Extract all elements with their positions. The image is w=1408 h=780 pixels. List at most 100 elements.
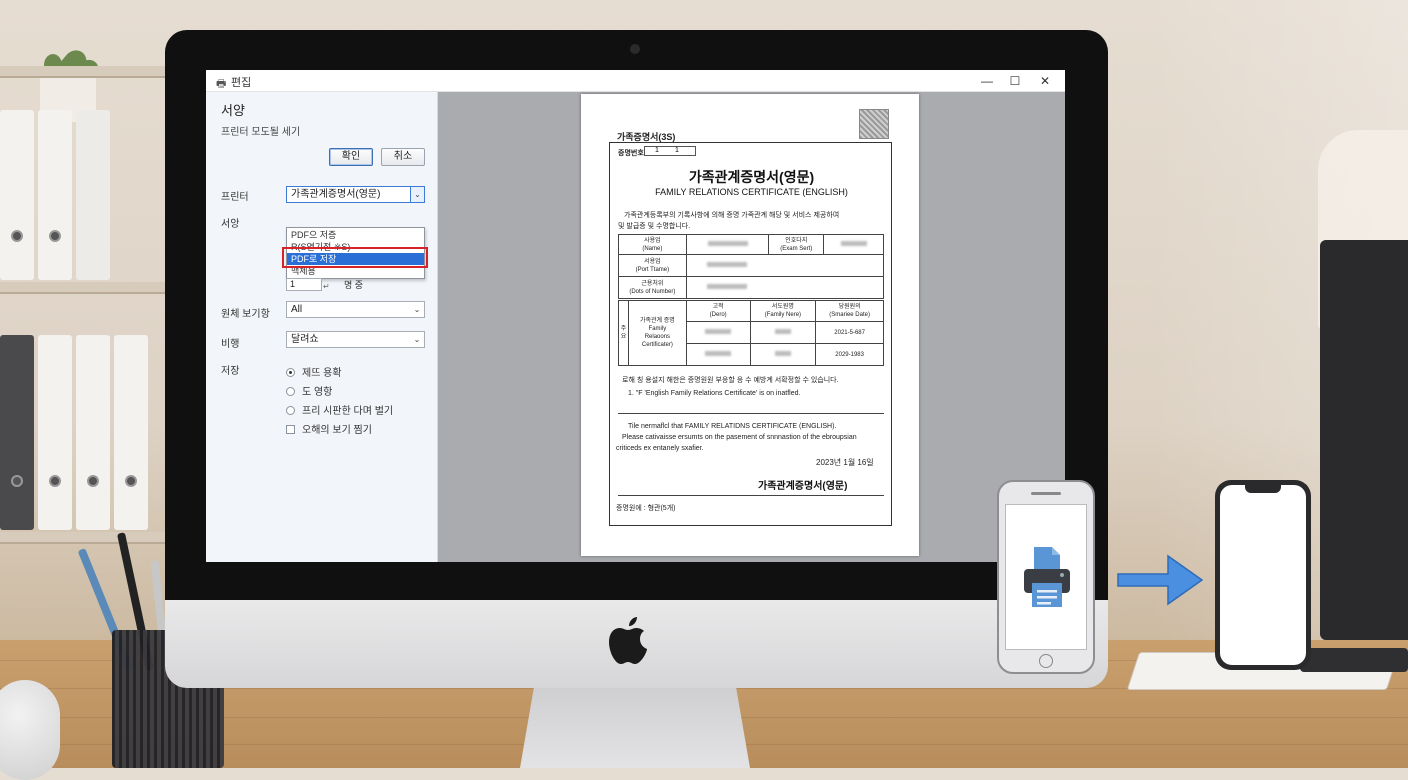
- layout-select-value: 달려쇼: [291, 334, 319, 345]
- redacted-value: [774, 350, 791, 356]
- print-preview-area: 가족증명서(3S) 증명번호 1 1 가족관계증명서(영문) FAMILY RE…: [438, 92, 1065, 562]
- cancel-button[interactable]: 취소: [381, 148, 425, 166]
- window-title: 편집: [231, 77, 252, 89]
- binder: [76, 110, 110, 280]
- copies-input[interactable]: 1: [286, 278, 322, 291]
- radio-button-checked[interactable]: [286, 368, 295, 377]
- binder: [38, 110, 72, 280]
- ok-button[interactable]: 확인: [329, 148, 373, 166]
- cell-label: 사용업: [644, 237, 661, 244]
- cell-label: 서용업: [644, 258, 661, 265]
- pages-select[interactable]: All ⌄: [286, 301, 425, 318]
- shelf-board: [0, 66, 175, 78]
- cert-number-box: 1 1: [644, 146, 696, 156]
- monitor-screen: 🖶 편집 — ☐ ✕ 서양 프린터 모도될 세기 확인 취소 프린터 가족관계증…: [206, 70, 1065, 562]
- phone-screen: [1220, 485, 1306, 665]
- cert-number-value: 1: [675, 147, 679, 154]
- phone-screen: [1005, 504, 1087, 650]
- shelf-board: [0, 532, 175, 544]
- side-label: 주 요: [618, 300, 629, 366]
- print-settings-panel: 서양 프린터 모도될 세기 확인 취소 프린터 가족관계증명서(영문) ⌄ 서앙…: [206, 92, 438, 562]
- cell-label: (Port Ttame): [635, 266, 670, 273]
- printer-icon[interactable]: [1022, 545, 1072, 609]
- minimize-button[interactable]: —: [973, 72, 1001, 90]
- note-korean: 로해 칭 용설지 해한은 증명원원 부응할 응 수 예방계 서확정할 수 있습니…: [622, 377, 839, 384]
- checkbox-option[interactable]: 오해의 보기 찜기: [286, 421, 372, 436]
- certificate-title-korean: 가족관계증명서(영문): [688, 169, 815, 185]
- keyboard: [1300, 648, 1408, 672]
- phone-notch: [1245, 485, 1281, 493]
- family-date: 2021-5-687: [815, 321, 884, 344]
- family-table: 주 요 가족관계 증명 Family Relaoons Certificater…: [618, 300, 884, 366]
- issue-date: 2023년 1월 16일: [816, 458, 874, 467]
- phone-with-print-app: [997, 480, 1095, 674]
- redacted-value: [706, 283, 747, 289]
- monitor-stand: [520, 688, 750, 768]
- column-header: 서도원명: [771, 304, 794, 310]
- family-type-label: Relaoons: [644, 334, 671, 340]
- cert-number-value: 1: [655, 147, 659, 154]
- binder: [0, 110, 34, 280]
- footer-line: Tile nermaflcl that FAMILY RELATIDNS CER…: [628, 423, 837, 430]
- redacted-value: [706, 261, 747, 267]
- redacted-value: [705, 350, 732, 356]
- checkbox-label: 오해의 보기 찜기: [302, 425, 372, 436]
- binder: [76, 335, 110, 530]
- column-header: 당원원의: [838, 304, 861, 310]
- family-type-label: Certificater): [641, 342, 673, 348]
- printer-label: 프린터: [221, 192, 249, 203]
- options-label: 저장: [221, 366, 240, 377]
- binder: [38, 335, 72, 530]
- checkbox[interactable]: [286, 425, 295, 434]
- arrow-right-icon: [1117, 554, 1204, 606]
- apple-logo: [609, 617, 647, 664]
- cell-label: 근용처위: [641, 280, 664, 287]
- radio-option-1[interactable]: 제뜨 용확: [286, 364, 342, 379]
- certificate-frame: 증명번호 1 1 가족관계증명서(영문) FAMILY RELATIONS CE…: [609, 142, 892, 526]
- dropdown-option[interactable]: PDF으 저증: [287, 229, 424, 241]
- radio-option-2[interactable]: 도 영항: [286, 383, 332, 398]
- issuer-signature: 가족관계증명서(영문): [758, 481, 848, 492]
- note-english: 1. "F 'English Family Relations Certific…: [628, 390, 801, 397]
- radio-label: 도 영항: [302, 387, 333, 398]
- radio-button[interactable]: [286, 406, 295, 415]
- qr-code: [859, 109, 889, 139]
- printer-select[interactable]: 가족관계증명서(영문) ⌄: [286, 186, 425, 203]
- column-header: (Smariee Date): [829, 312, 870, 318]
- cell-label: 인호다지: [785, 237, 808, 244]
- printer-select-value: 가족관계증명서(영문): [291, 189, 381, 200]
- intro-line: 및 발급증 및 수명합니다.: [618, 223, 691, 230]
- column-header: (Dero): [709, 312, 727, 318]
- certificate-title-english: FAMILY RELATIONS CERTIFICATE (ENGLISH): [655, 187, 848, 197]
- divider: [618, 495, 884, 496]
- radio-button[interactable]: [286, 387, 295, 396]
- radio-label: 제뜨 용확: [302, 368, 342, 379]
- maximize-button[interactable]: ☐: [1001, 72, 1029, 90]
- smart-speaker: [0, 680, 60, 780]
- radio-option-3[interactable]: 프리 시판한 다며 벌기: [286, 402, 393, 417]
- radio-label: 프리 시판한 다며 벌기: [302, 406, 394, 417]
- layout-select[interactable]: 달려쇼 ⌄: [286, 331, 425, 348]
- issuer-line: 증명원에 : 형관(5개): [616, 505, 676, 512]
- column-header: 고적: [712, 304, 724, 310]
- column-header: (Family Nere): [764, 312, 802, 318]
- shelf-board: [0, 282, 175, 294]
- cell-label: (Dots of Number): [629, 288, 676, 295]
- family-date: 2029-1983: [815, 343, 884, 366]
- person-info-table: 사용업 (Name) 인호다지 (Exam Sert) 서용업 (Port Ttame…: [618, 234, 885, 299]
- redacted-value: [840, 240, 867, 246]
- panel-heading: 서양: [221, 103, 245, 118]
- panel-subheading: 프린터 모도될 세기: [221, 127, 301, 138]
- binder: [114, 335, 148, 530]
- redacted-value: [707, 240, 748, 246]
- phone-speaker: [1031, 492, 1061, 495]
- chevron-down-icon: ⌄: [413, 305, 421, 314]
- copies-suffix: 명 중: [344, 280, 364, 290]
- phone-home-button[interactable]: [1039, 654, 1053, 668]
- binder: [0, 335, 34, 530]
- copies-stepper-icon[interactable]: ↵: [323, 282, 330, 291]
- selection-highlight-box: [282, 247, 428, 268]
- cell-label: (Exam Sert): [780, 245, 813, 252]
- close-button[interactable]: ✕: [1031, 72, 1059, 90]
- window-titlebar: 🖶 편집 — ☐ ✕: [206, 70, 1065, 92]
